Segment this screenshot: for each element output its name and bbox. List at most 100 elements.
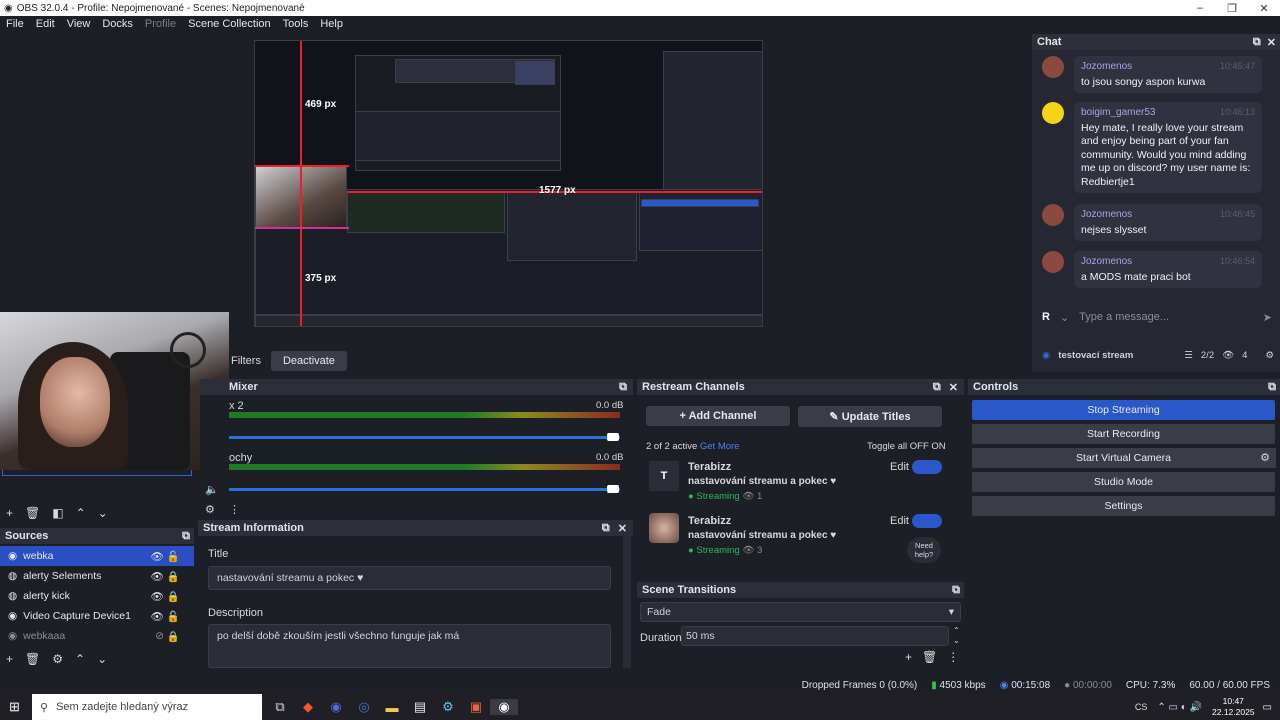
volume-slider[interactable] (229, 436, 620, 439)
menu-file[interactable]: File (0, 18, 30, 30)
send-icon[interactable]: ➤ (1263, 311, 1272, 324)
edit-link[interactable]: Edit (890, 515, 909, 527)
up-icon[interactable]: ⌃ (75, 652, 85, 666)
channel-toggle[interactable] (912, 514, 942, 528)
float-icon[interactable]: ⧉ (933, 381, 941, 394)
studio-mode-button[interactable]: Studio Mode (972, 472, 1275, 492)
lock-icon[interactable]: 🔓 (167, 610, 180, 623)
channel-toggle[interactable] (912, 460, 942, 474)
source-item[interactable]: ◉ webka 👁 🔓 (0, 546, 194, 566)
need-help-button[interactable]: Need help? (907, 537, 941, 563)
settings-button[interactable]: Settings (972, 496, 1275, 516)
lock-icon[interactable]: 🔒 (167, 570, 180, 583)
float-icon[interactable]: ⧉ (952, 584, 960, 597)
windows-start-icon[interactable]: ⊞ (9, 699, 20, 715)
language-indicator[interactable]: CS (1135, 702, 1148, 712)
transition-select[interactable]: Fade ▾ (640, 602, 961, 622)
float-icon[interactable]: ⧉ (602, 522, 610, 535)
trash-icon[interactable]: 🗑 (25, 652, 40, 666)
add-channel-button[interactable]: + Add Channel (646, 406, 790, 426)
volume-knob[interactable] (607, 485, 619, 493)
menu-profile[interactable]: Profile (139, 18, 182, 30)
chat-input[interactable]: Type a message... (1079, 311, 1253, 323)
task-view-icon[interactable]: ⧉ (266, 699, 294, 715)
menu-docks[interactable]: Docks (96, 18, 139, 30)
volume-slider[interactable] (229, 488, 620, 491)
lock-icon[interactable]: 🔓 (167, 550, 180, 563)
close-icon[interactable]: ✕ (618, 522, 627, 535)
steam-icon[interactable]: ⚙ (434, 699, 462, 715)
source-item[interactable]: ◉ webkaaa ⊘ 🔒 (0, 626, 194, 646)
gear-icon[interactable]: ⚙ (1265, 350, 1274, 361)
more-icon[interactable]: ⋮ (947, 650, 959, 664)
title-input[interactable]: nastavování streamu a pokec ♥ (208, 566, 611, 590)
float-icon[interactable]: ⧉ (182, 530, 190, 543)
gear-icon[interactable]: ⚙ (52, 652, 63, 666)
folder-icon[interactable]: ▬ (378, 700, 406, 715)
start-virtual-camera-button[interactable]: Start Virtual Camera (972, 448, 1275, 468)
brave-icon[interactable]: ◆ (294, 699, 322, 715)
duration-stepper[interactable]: ⌃ ⌄ (953, 626, 960, 646)
menu-scene-collection[interactable]: Scene Collection (182, 18, 277, 30)
close-icon[interactable]: ✕ (1267, 36, 1276, 49)
description-input[interactable]: po delší době zkouším jestli všechno fun… (208, 624, 611, 668)
toggle-all[interactable]: Toggle all OFF ON (867, 441, 946, 452)
more-icon[interactable]: ⋮ (229, 503, 240, 516)
deactivate-button[interactable]: Deactivate (270, 351, 347, 371)
lock-icon[interactable]: 🔒 (167, 590, 180, 603)
update-titles-button[interactable]: ✎ Update Titles (798, 406, 942, 427)
float-icon[interactable]: ⧉ (1268, 381, 1276, 394)
gear-icon[interactable]: ⚙ (1254, 448, 1276, 468)
discord-icon[interactable]: ◉ (322, 699, 350, 715)
menu-view[interactable]: View (61, 18, 97, 30)
close-button[interactable]: ✕ (1248, 2, 1280, 15)
gear-icon[interactable]: ⚙ (205, 503, 215, 516)
add-icon[interactable]: + (905, 650, 912, 664)
app-icon[interactable]: ▣ (462, 699, 490, 715)
start-recording-button[interactable]: Start Recording (972, 424, 1275, 444)
obs-icon[interactable]: ◉ (490, 699, 518, 715)
add-icon[interactable]: + (6, 506, 13, 520)
speaker-icon[interactable]: 🔈 (205, 483, 219, 496)
document-icon[interactable]: ▤ (406, 699, 434, 715)
app-icon[interactable]: ◎ (350, 699, 378, 715)
edit-link[interactable]: Edit (890, 461, 909, 473)
source-item[interactable]: ◍ alerty kick 👁 🔒 (0, 586, 194, 606)
volume-knob[interactable] (607, 433, 619, 441)
eye-icon[interactable]: 👁 (151, 550, 164, 563)
down-icon[interactable]: ⌄ (98, 506, 108, 520)
menu-help[interactable]: Help (314, 18, 349, 30)
filters-button[interactable]: Filters (229, 351, 263, 371)
eye-hidden-icon[interactable]: ⊘ (155, 630, 164, 642)
eye-icon[interactable]: 👁 (151, 610, 164, 623)
float-icon[interactable]: ⧉ (619, 381, 627, 394)
tray-icons[interactable]: ⌃ ▭ ◐ 🔊 (1157, 702, 1202, 713)
trash-icon[interactable]: 🗑 (25, 506, 40, 520)
up-icon[interactable]: ⌃ (76, 506, 86, 520)
lock-icon[interactable]: 🔒 (167, 630, 180, 643)
float-icon[interactable]: ⧉ (1253, 36, 1261, 49)
minimize-button[interactable]: – (1184, 2, 1216, 15)
eye-icon[interactable]: 👁 (151, 570, 164, 583)
maximize-button[interactable]: ❐ (1216, 2, 1248, 15)
menu-edit[interactable]: Edit (30, 18, 61, 30)
stop-streaming-button[interactable]: Stop Streaming (972, 400, 1275, 420)
get-more-link[interactable]: Get More (700, 441, 740, 452)
filter-icon[interactable]: ◧ (52, 506, 63, 520)
scrollbar[interactable] (623, 536, 631, 668)
duration-input[interactable]: 50 ms (681, 626, 949, 646)
taskbar-search[interactable]: ⚲ Sem zadejte hledaný výraz (32, 694, 262, 720)
source-item[interactable]: ◉ Video Capture Device1 👁 🔓 (0, 606, 194, 626)
preview-canvas[interactable]: 469 px 1577 px 375 px (254, 40, 763, 327)
down-icon[interactable]: ⌄ (97, 652, 107, 666)
clock[interactable]: 10:47 22.12.2025 (1212, 696, 1255, 718)
notification-icon[interactable]: ▭ (1263, 702, 1272, 713)
chevron-down-icon[interactable]: ⌄ (1060, 311, 1069, 324)
add-icon[interactable]: + (6, 652, 13, 666)
search-placeholder: Sem zadejte hledaný výraz (56, 701, 189, 713)
close-icon[interactable]: ✕ (949, 381, 958, 394)
eye-icon[interactable]: 👁 (151, 590, 164, 603)
trash-icon[interactable]: 🗑 (922, 650, 937, 664)
menu-tools[interactable]: Tools (277, 18, 315, 30)
source-item[interactable]: ◍ alerty Selements 👁 🔒 (0, 566, 194, 586)
